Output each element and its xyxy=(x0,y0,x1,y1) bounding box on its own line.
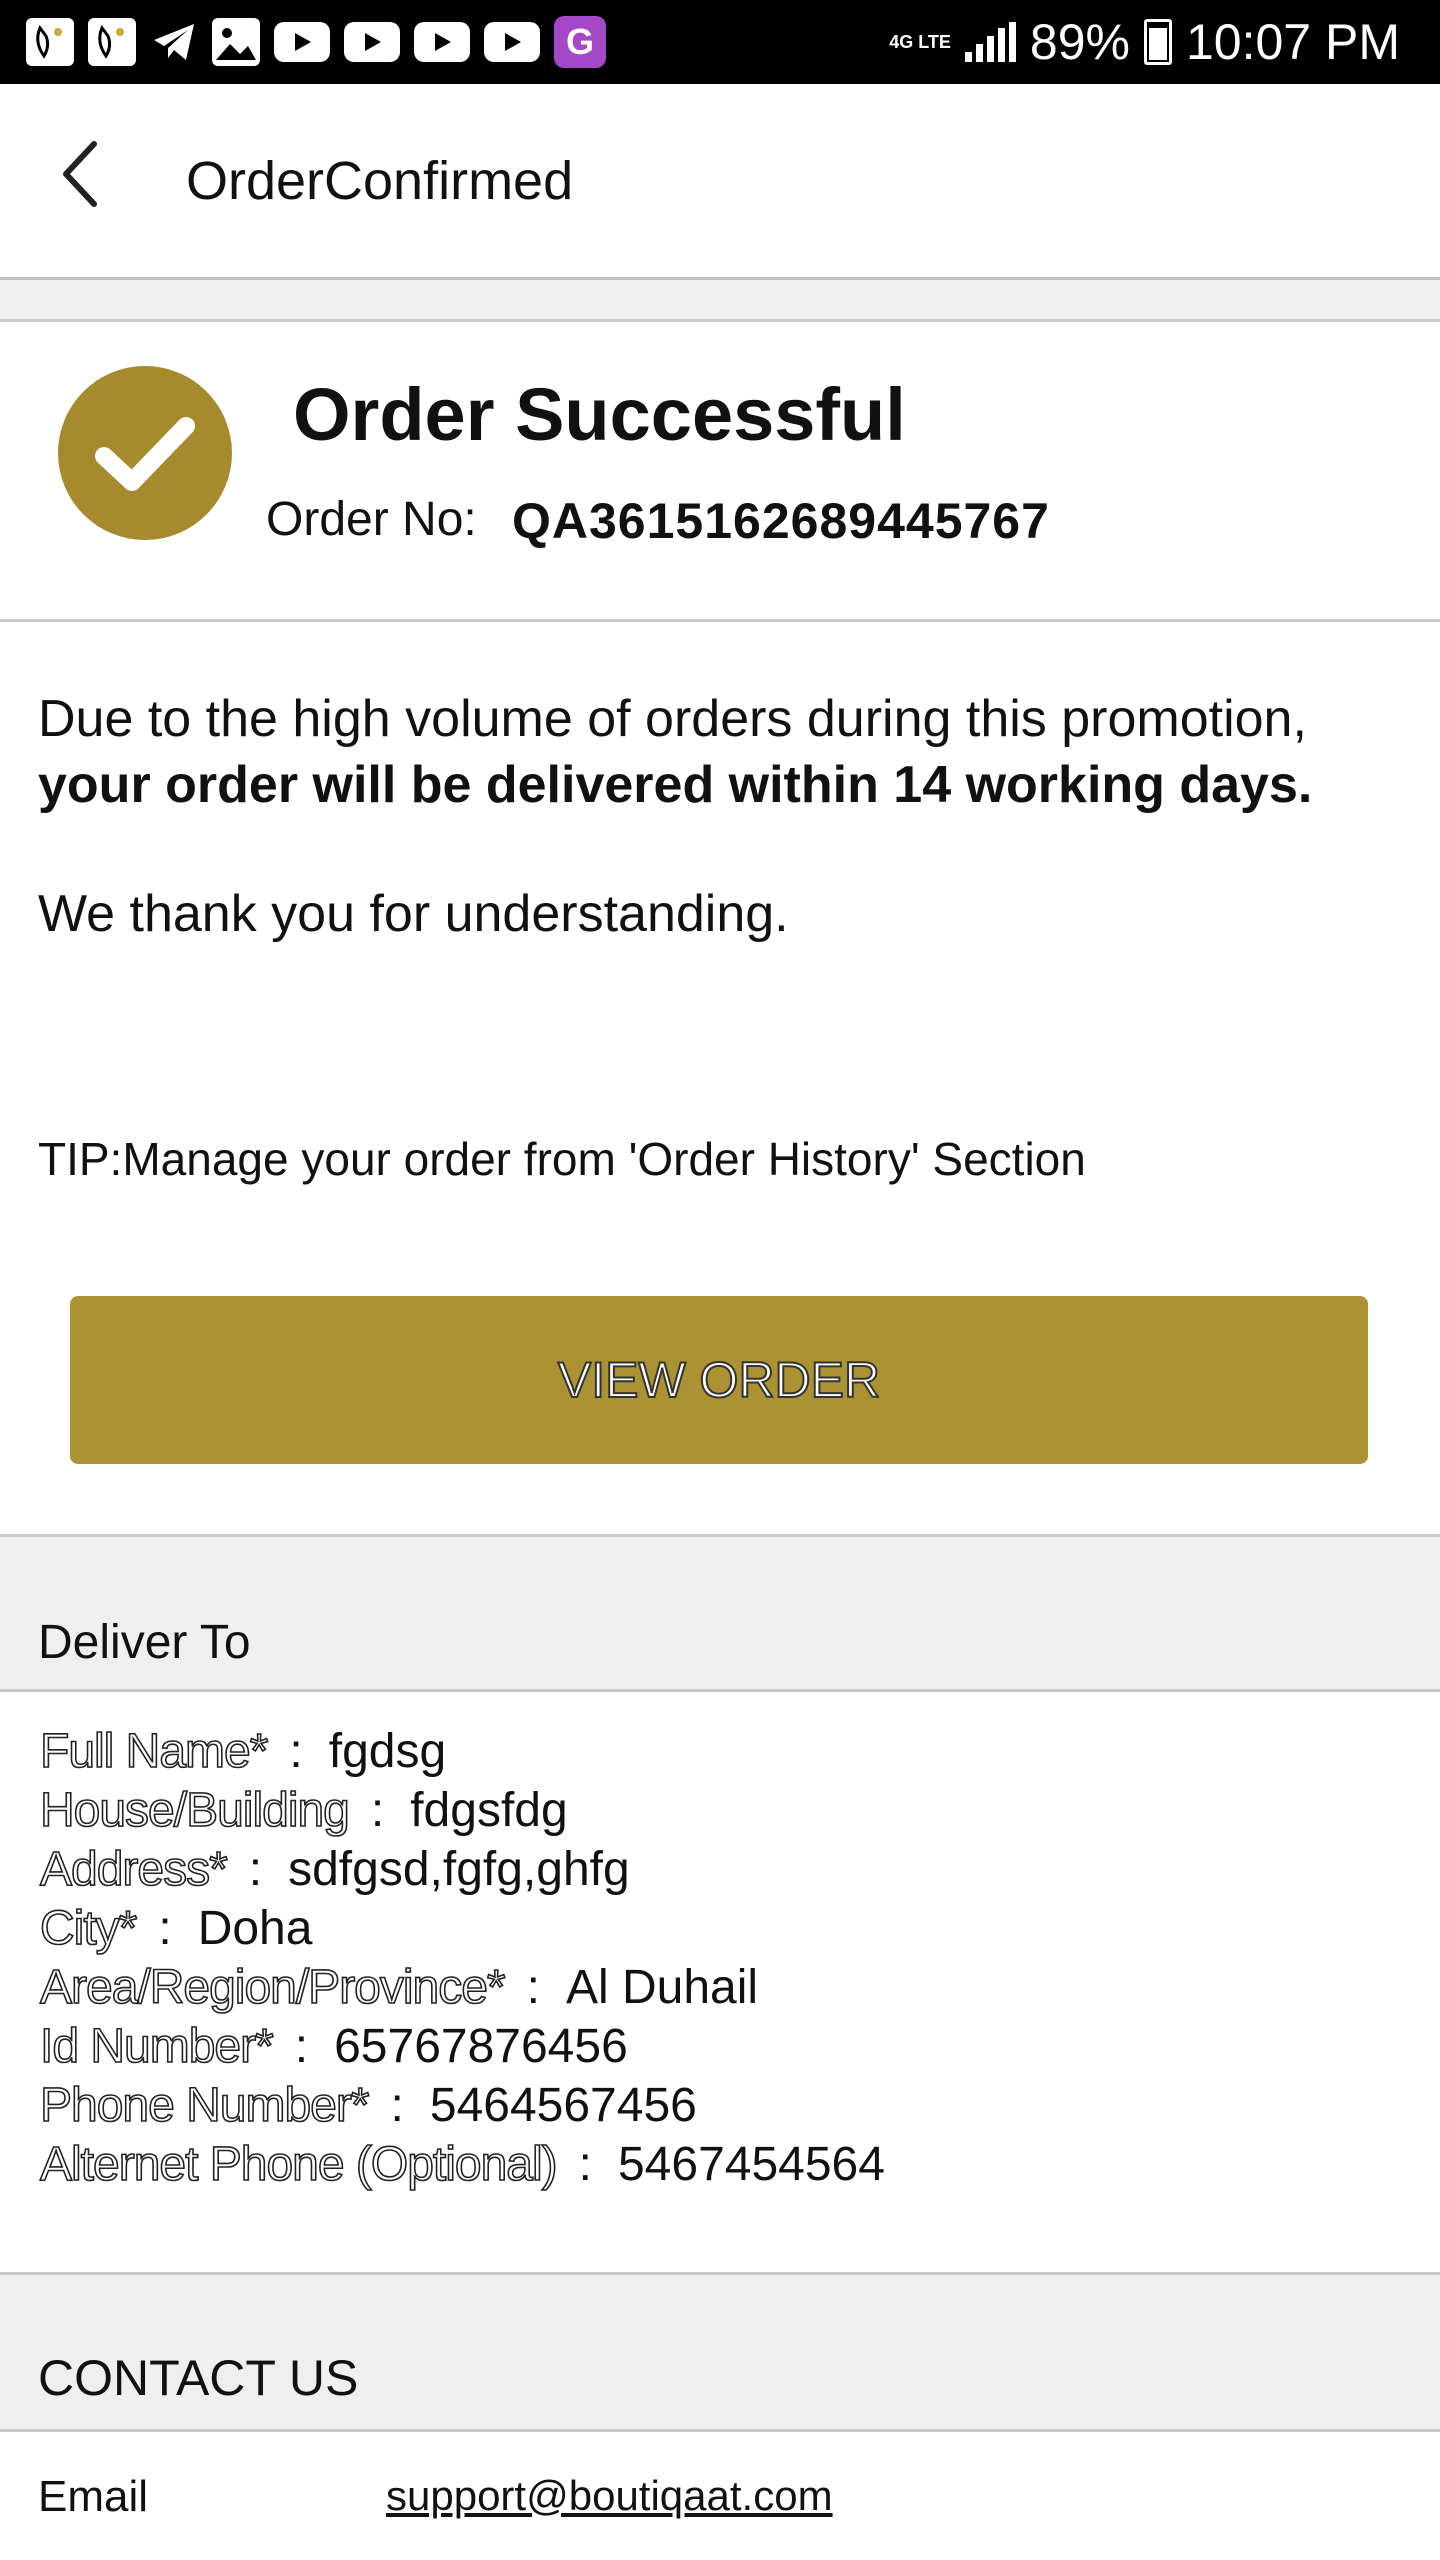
youtube-icon xyxy=(484,22,540,62)
field-value: 5464567456 xyxy=(429,2079,697,2132)
address-row: Address*: sdfgsd,fgfg,ghfg xyxy=(39,1842,630,1897)
address-row: City*: Doha xyxy=(39,1901,313,1956)
back-arrow-icon xyxy=(63,141,97,207)
network-indicator: 4G LTE xyxy=(889,32,951,52)
notification-icons: G xyxy=(0,16,606,68)
field-value: 5467454564 xyxy=(617,2138,885,2191)
view-order-label: VIEW ORDER xyxy=(557,1351,881,1409)
status-bar: G 4G LTE 89% 10:07 PM xyxy=(0,0,1440,84)
g-app-icon: G xyxy=(554,16,606,68)
system-status: 4G LTE 89% 10:07 PM xyxy=(889,0,1400,84)
gallery-icon xyxy=(212,18,260,66)
field-value: sdfgsd,fgfg,ghfg xyxy=(288,1843,630,1896)
field-label: Phone Number* xyxy=(39,2078,370,2133)
field-label: City* xyxy=(39,1901,138,1956)
deliver-to-header: Deliver To xyxy=(0,1534,1440,1692)
field-label: Full Name* xyxy=(39,1724,269,1779)
app-bar: OrderConfirmed xyxy=(0,84,1440,280)
field-label: Address* xyxy=(39,1842,228,1897)
address-row: Alternet Phone (Optional):5467454564 xyxy=(39,2137,885,2192)
clock: 10:07 PM xyxy=(1185,14,1400,70)
back-button[interactable] xyxy=(40,134,120,214)
thanks-message: We thank you for understanding. xyxy=(38,885,789,943)
order-number-value: QA3615162689445767 xyxy=(512,493,1050,549)
view-order-button[interactable]: VIEW ORDER xyxy=(70,1296,1368,1464)
success-badge xyxy=(58,366,232,540)
address-row: House/Building: fdgsfdg xyxy=(39,1783,568,1838)
delivery-notice: Due to the high volume of orders during … xyxy=(38,686,1418,818)
field-label: Id Number* xyxy=(39,2019,274,2074)
deliver-to-heading: Deliver To xyxy=(38,1616,251,1669)
order-number-label: Order No: xyxy=(266,493,477,546)
divider-strip xyxy=(0,280,1440,322)
contact-us-heading: CONTACT US xyxy=(38,2350,359,2406)
address-row: Id Number*:65767876456 xyxy=(39,2019,628,2074)
contact-us-header: CONTACT US xyxy=(0,2272,1440,2432)
battery-percent: 89% xyxy=(1029,14,1130,70)
tip-text: TIP:Manage your order from 'Order Histor… xyxy=(38,1133,1086,1185)
check-icon xyxy=(95,417,195,491)
notice-line-bold: your order will be delivered within 14 w… xyxy=(38,756,1313,814)
field-value: fgdsg xyxy=(328,1725,447,1778)
boutiqaat-app-icon xyxy=(26,18,74,66)
address-row: Phone Number*:5464567456 xyxy=(39,2078,697,2133)
field-label: Alternet Phone (Optional) xyxy=(39,2137,558,2192)
field-value: 65767876456 xyxy=(334,2020,628,2073)
order-success-header: Order Successful Order No: QA36151626894… xyxy=(0,322,1440,622)
field-label: House/Building xyxy=(39,1783,350,1838)
field-value: fdgsfdg xyxy=(410,1784,568,1837)
boutiqaat-app-icon xyxy=(88,18,136,66)
page-title: OrderConfirmed xyxy=(186,151,574,211)
field-value: Al Duhail xyxy=(565,1961,759,2014)
field-label: Area/Region/Province* xyxy=(39,1960,506,2015)
signal-icon xyxy=(964,22,1016,62)
notice-line: Due to the high volume of orders during … xyxy=(38,690,1307,748)
email-link[interactable]: support@boutiqaat.com xyxy=(386,2472,833,2520)
success-title: Order Successful xyxy=(293,373,906,456)
youtube-icon xyxy=(344,22,400,62)
youtube-icon xyxy=(414,22,470,62)
address-row: Full Name*: fgdsg xyxy=(39,1724,447,1779)
address-row: Area/Region/Province*: Al Duhail xyxy=(39,1960,759,2015)
address-details: Full Name*: fgdsg House/Building: fdgsfdg … xyxy=(39,1722,1420,2194)
field-value: Doha xyxy=(197,1902,313,1955)
email-label: Email xyxy=(38,2472,149,2521)
youtube-icon xyxy=(274,22,330,62)
battery-icon xyxy=(1143,19,1172,65)
telegram-icon xyxy=(150,18,198,66)
